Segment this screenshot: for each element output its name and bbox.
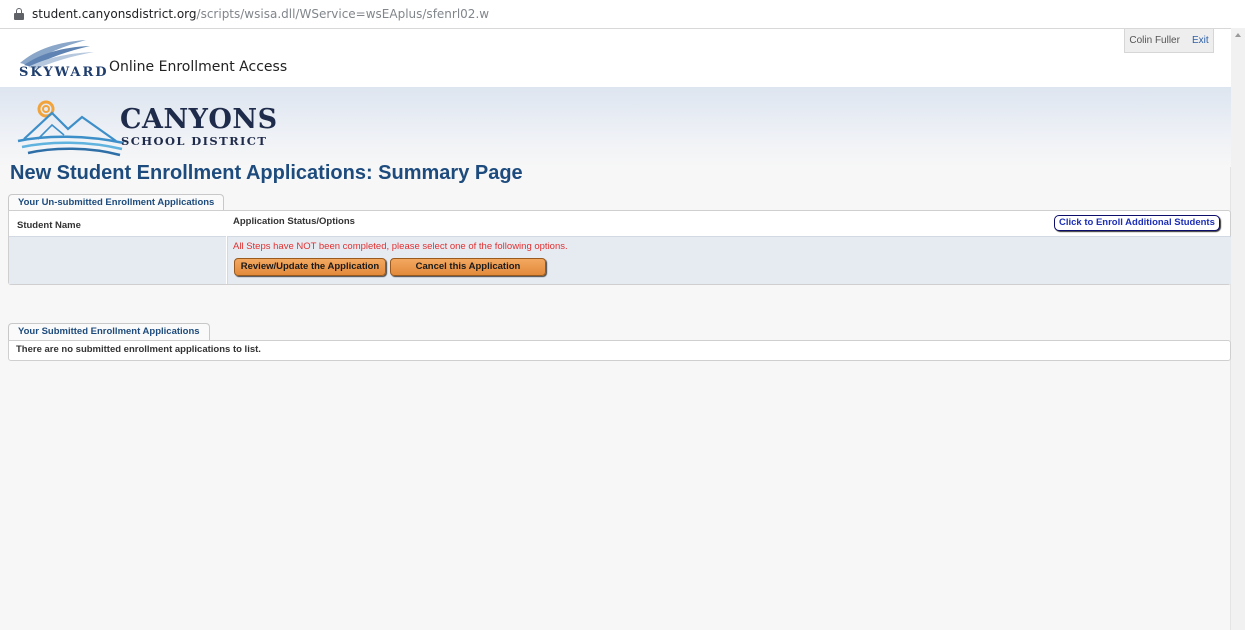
district-name: CANYONS bbox=[120, 104, 278, 135]
district-subtitle: SCHOOL DISTRICT bbox=[121, 134, 268, 148]
cancel-application-button[interactable]: Cancel this Application bbox=[390, 258, 546, 276]
app-header: SKYWARD Online Enrollment Access Colin F… bbox=[0, 28, 1231, 88]
exit-link[interactable]: Exit bbox=[1192, 35, 1209, 46]
student-name-cell bbox=[9, 236, 226, 284]
submitted-panel: There are no submitted enrollment applic… bbox=[8, 340, 1231, 361]
scroll-up-arrow-icon[interactable] bbox=[1235, 33, 1241, 37]
review-update-button[interactable]: Review/Update the Application bbox=[234, 258, 386, 276]
skyward-brand: SKYWARD bbox=[19, 65, 109, 80]
column-header-student-name: Student Name bbox=[17, 220, 81, 231]
address-bar[interactable]: student.canyonsdistrict.org/scripts/wsis… bbox=[0, 0, 1245, 28]
unsubmitted-panel: Student Name Application Status/Options … bbox=[8, 210, 1231, 285]
user-name[interactable]: Colin Fuller bbox=[1129, 35, 1180, 46]
vertical-scrollbar[interactable] bbox=[1230, 28, 1245, 630]
app-title: Online Enrollment Access bbox=[109, 59, 288, 75]
no-submitted-message: There are no submitted enrollment applic… bbox=[16, 344, 261, 355]
status-options-cell: All Steps have NOT been completed, pleas… bbox=[227, 236, 1231, 284]
page-title: New Student Enrollment Applications: Sum… bbox=[10, 162, 523, 184]
url-host: student.canyonsdistrict.org bbox=[32, 7, 197, 21]
tab-submitted-applications[interactable]: Your Submitted Enrollment Applications bbox=[8, 323, 210, 340]
incomplete-warning: All Steps have NOT been completed, pleas… bbox=[233, 241, 568, 252]
tab-unsubmitted-applications[interactable]: Your Un-submitted Enrollment Application… bbox=[8, 194, 225, 211]
canyons-district-logo-icon bbox=[17, 100, 125, 157]
column-header-status: Application Status/Options bbox=[233, 216, 355, 227]
url-path: /scripts/wsisa.dll/WService=wsEAplus/sfe… bbox=[196, 7, 490, 21]
enroll-additional-students-button[interactable]: Click to Enroll Additional Students bbox=[1054, 215, 1220, 231]
lock-icon bbox=[14, 8, 24, 20]
user-box: Colin Fuller Exit bbox=[1124, 29, 1214, 53]
